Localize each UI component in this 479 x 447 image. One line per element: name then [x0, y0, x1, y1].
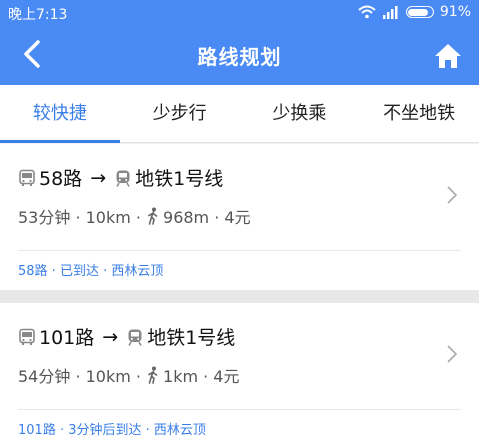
arrival-status: 58路 · 已到达 · 西林云顶: [18, 264, 164, 279]
tab-no-subway[interactable]: 不坐地铁: [359, 85, 479, 142]
signal-icon: [382, 6, 398, 19]
wifi-icon: [358, 5, 376, 19]
card-divider: [18, 409, 461, 410]
battery-icon: [405, 6, 434, 18]
tab-fewer-transfers[interactable]: 少换乘: [240, 85, 360, 142]
walk-icon: [148, 366, 158, 384]
route-option[interactable]: 58路 → 地铁1号线 53分钟 · 10km · 968m · 4元: [0, 144, 479, 250]
transfer-arrow: →: [90, 166, 107, 189]
bus-line-label: 101路: [39, 327, 95, 349]
tab-less-walking[interactable]: 少步行: [120, 85, 240, 142]
status-icons: 91%: [358, 4, 471, 20]
route-mode-tabs: 较快捷 少步行 少换乘 不坐地铁: [0, 85, 479, 143]
home-icon[interactable]: [433, 41, 463, 71]
status-bar: 晚上7:13 91%: [0, 0, 479, 25]
metro-icon: [116, 170, 130, 187]
route-duration-distance: 53分钟 · 10km ·: [18, 208, 142, 227]
route-walk-fare: 1km · 4元: [163, 367, 240, 386]
route-card: 58路 → 地铁1号线 53分钟 · 10km · 968m · 4元 58路 …: [0, 144, 479, 290]
route-walk-fare: 968m · 4元: [163, 208, 251, 227]
route-option[interactable]: 101路 → 地铁1号线 54分钟 · 10km · 1km · 4元: [0, 303, 479, 409]
metro-line-label: 地铁1号线: [135, 168, 224, 190]
bus-icon: [19, 169, 35, 186]
transfer-arrow: →: [102, 325, 119, 348]
bus-line-label: 58路: [39, 168, 83, 190]
status-time: 晚上7:13: [8, 7, 68, 23]
route-summary: 101路 → 地铁1号线: [18, 323, 235, 350]
route-card: 101路 → 地铁1号线 54分钟 · 10km · 1km · 4元 101路…: [0, 303, 479, 447]
card-divider: [18, 250, 461, 251]
metro-icon: [128, 329, 142, 346]
walk-icon: [148, 207, 158, 225]
bus-icon: [19, 328, 35, 345]
metro-line-label: 地铁1号线: [147, 327, 236, 349]
route-summary: 58路 → 地铁1号线: [18, 164, 223, 191]
arrival-status: 101路 · 3分钟后到达 · 西林云顶: [18, 423, 206, 438]
card-separator: [0, 290, 479, 303]
route-details: 54分钟 · 10km · 1km · 4元: [18, 363, 240, 387]
chevron-right-icon: [447, 186, 458, 204]
battery-percent: 91%: [439, 4, 471, 20]
route-duration-distance: 54分钟 · 10km ·: [18, 367, 142, 386]
route-details: 53分钟 · 10km · 968m · 4元: [18, 204, 251, 228]
tab-fastest[interactable]: 较快捷: [0, 85, 120, 143]
page-title: 路线规划: [197, 45, 282, 69]
app-bar: 路线规划: [0, 25, 479, 85]
chevron-right-icon: [447, 345, 458, 363]
